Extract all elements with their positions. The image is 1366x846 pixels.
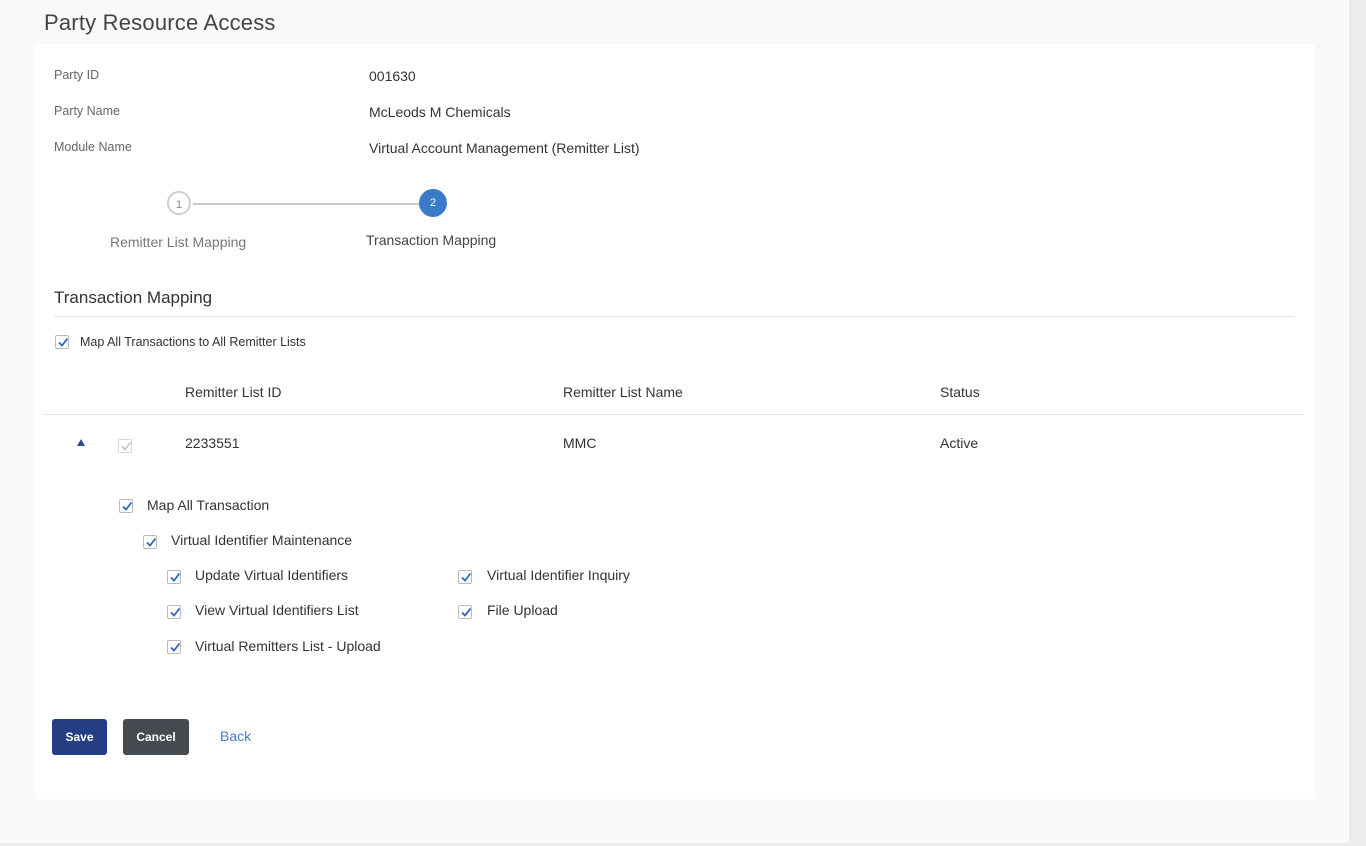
checkmark-icon	[122, 501, 133, 511]
checkmark-icon	[170, 607, 181, 617]
map-all-remitter-lists-checkbox[interactable]	[55, 335, 69, 349]
section-title: Transaction Mapping	[54, 288, 213, 307]
checkmark-icon	[58, 337, 69, 347]
step-1-indicator[interactable]: 1	[167, 191, 191, 215]
cancel-button[interactable]: Cancel	[123, 719, 189, 755]
virtual-remitters-list-upload-label[interactable]: Virtual Remitters List - Upload	[195, 638, 381, 654]
column-header-status[interactable]: Status	[940, 384, 980, 400]
virtual-remitters-list-upload-checkbox[interactable]	[167, 640, 181, 654]
party-id-label: Party ID	[54, 68, 100, 82]
update-virtual-identifiers-checkbox[interactable]	[167, 570, 181, 584]
virtual-identifier-maintenance-checkbox[interactable]	[143, 535, 157, 549]
row-select-checkbox[interactable]	[118, 439, 132, 453]
column-header-remitter-list-id[interactable]: Remitter List ID	[185, 384, 281, 400]
section-divider	[54, 316, 1295, 317]
column-header-remitter-list-name[interactable]: Remitter List Name	[563, 384, 683, 400]
view-virtual-identifiers-list-label[interactable]: View Virtual Identifiers List	[195, 602, 359, 618]
module-name-label: Module Name	[54, 140, 132, 154]
back-link[interactable]: Back	[220, 728, 251, 744]
map-all-remitter-lists-label[interactable]: Map All Transactions to All Remitter Lis…	[80, 335, 306, 349]
virtual-identifier-inquiry-checkbox[interactable]	[458, 570, 472, 584]
save-button[interactable]: Save	[52, 719, 107, 755]
checkmark-icon	[461, 607, 472, 617]
step-2-indicator[interactable]: 2	[419, 189, 447, 217]
remitter-table-header: Remitter List ID Remitter List Name Stat…	[44, 374, 1304, 415]
row-remitter-list-name: MMC	[563, 435, 597, 451]
collapse-row-icon[interactable]	[77, 439, 85, 446]
module-name-value: Virtual Account Management (Remitter Lis…	[369, 140, 640, 156]
progress-stepper: 1 2 Remitter List Mapping Transaction Ma…	[95, 189, 515, 259]
file-upload-checkbox[interactable]	[458, 605, 472, 619]
update-virtual-identifiers-label[interactable]: Update Virtual Identifiers	[195, 567, 348, 583]
checkmark-icon	[461, 572, 472, 582]
step-1-label[interactable]: Remitter List Mapping	[110, 234, 246, 250]
party-id-value: 001630	[369, 68, 416, 84]
map-all-transaction-checkbox[interactable]	[119, 499, 133, 513]
checkmark-icon	[146, 537, 157, 547]
step-2-label[interactable]: Transaction Mapping	[366, 232, 496, 248]
stepper-connector	[193, 203, 433, 205]
checkmark-icon	[170, 572, 181, 582]
virtual-identifier-maintenance-label[interactable]: Virtual Identifier Maintenance	[171, 532, 352, 548]
checkmark-icon	[121, 442, 132, 451]
map-all-transaction-label[interactable]: Map All Transaction	[147, 497, 269, 513]
view-virtual-identifiers-list-checkbox[interactable]	[167, 605, 181, 619]
party-name-value: McLeods M Chemicals	[369, 104, 511, 120]
row-status: Active	[940, 435, 979, 451]
virtual-identifier-inquiry-label[interactable]: Virtual Identifier Inquiry	[487, 567, 630, 583]
main-panel: Party ID 001630 Party Name McLeods M Che…	[35, 44, 1315, 799]
file-upload-label[interactable]: File Upload	[487, 602, 558, 618]
checkmark-icon	[170, 642, 181, 652]
page-title: Party Resource Access	[44, 10, 276, 35]
party-name-label: Party Name	[54, 104, 120, 118]
row-remitter-list-id: 2233551	[185, 435, 240, 451]
vertical-scrollbar[interactable]	[1349, 0, 1366, 846]
